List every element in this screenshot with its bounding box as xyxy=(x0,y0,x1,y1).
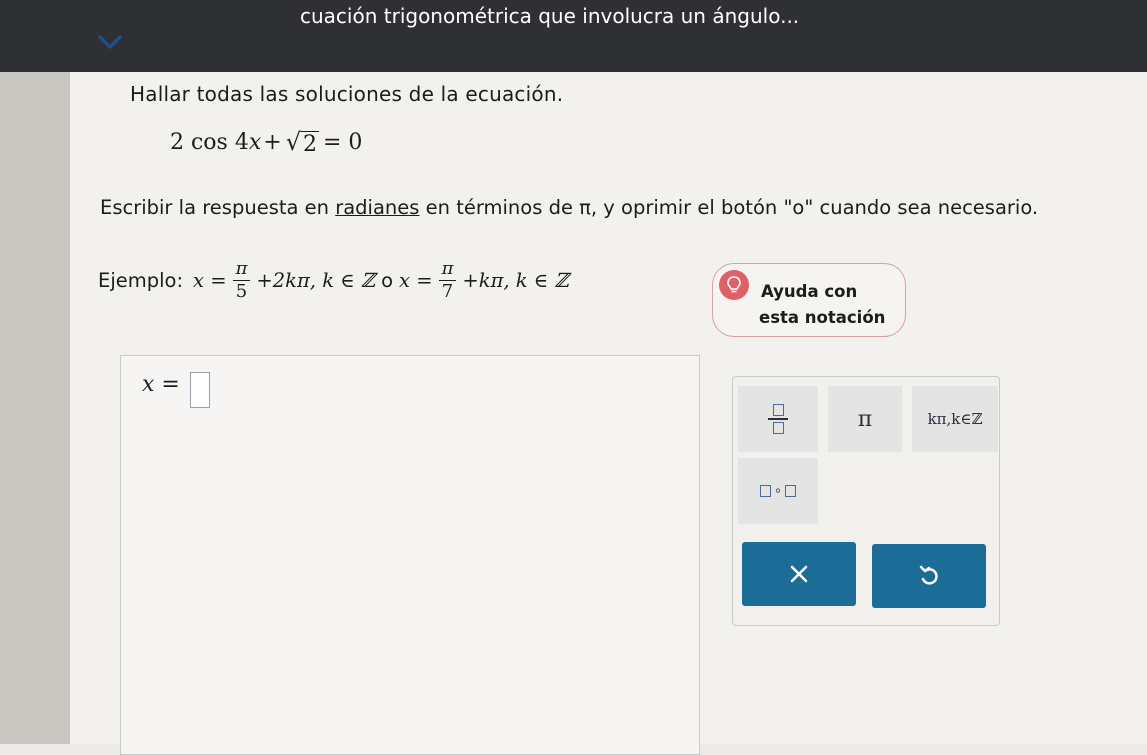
example-fraction-2: π 7 xyxy=(438,258,457,303)
clear-button[interactable] xyxy=(742,542,856,606)
example-line: Ejemplo: x = π 5 +2kπ, k ∈ ℤ o x = π 7 +… xyxy=(98,258,569,303)
equation-left: 2 cos 4 xyxy=(170,130,249,155)
lightbulb-icon xyxy=(719,270,749,300)
undo-icon xyxy=(919,565,938,585)
example-fraction-1: π 5 xyxy=(232,258,251,303)
problem-equation: 2 cos 4x + √ 2 = 0 xyxy=(170,128,362,157)
equation-plus: + xyxy=(263,130,282,155)
fraction-numerator: π xyxy=(232,258,251,281)
kpi-integer-button[interactable]: kπ,k∈ℤ xyxy=(912,386,998,452)
example-tail-2: +kπ, k ∈ ℤ xyxy=(462,269,569,292)
equation-var: x xyxy=(248,130,262,155)
answer-area xyxy=(120,355,700,755)
example-or: o xyxy=(381,269,394,292)
chevron-down-icon xyxy=(98,35,122,49)
example-label: Ejemplo: xyxy=(98,269,184,292)
header-bar: cuación trigonométrica que involucra un … xyxy=(0,0,1147,72)
notation-help-button[interactable]: Ayuda con esta notación xyxy=(712,263,906,337)
example-tail-1: +2kπ, k ∈ ℤ xyxy=(256,269,376,292)
example-x2: x = xyxy=(399,269,433,292)
fraction-icon xyxy=(768,404,788,434)
problem-instruction: Hallar todas las soluciones de la ecuaci… xyxy=(130,82,564,106)
collapse-button[interactable] xyxy=(92,28,128,56)
undo-button[interactable] xyxy=(872,544,986,608)
example-x1: x = xyxy=(193,269,227,292)
help-line-2: esta notación xyxy=(759,308,886,327)
fraction-button[interactable] xyxy=(738,386,818,452)
or-symbol: ∘ xyxy=(773,483,783,499)
answer-label: x = xyxy=(142,372,180,397)
pi-label: π xyxy=(857,406,873,432)
fraction-denominator: 7 xyxy=(441,281,454,302)
answer-input[interactable] xyxy=(190,372,210,408)
note-text-before: Escribir la respuesta en xyxy=(100,196,336,219)
kpi-label: kπ,k∈ℤ xyxy=(927,410,983,428)
pi-button[interactable]: π xyxy=(828,386,902,452)
fraction-denominator: 5 xyxy=(235,281,248,302)
help-line-1: Ayuda con xyxy=(761,282,858,301)
or-button[interactable]: ∘ xyxy=(738,458,818,524)
answer-instructions: Escribir la respuesta en radianes en tér… xyxy=(100,196,1038,219)
note-text-after: en términos de π, y oprimir el botón "o"… xyxy=(419,196,1039,219)
close-icon xyxy=(790,565,808,583)
radical-sign: √ xyxy=(285,128,301,156)
equation-right: = 0 xyxy=(323,130,363,155)
left-margin xyxy=(0,0,70,744)
box-placeholder-icon xyxy=(785,485,797,497)
sqrt: √ 2 xyxy=(286,128,319,157)
box-placeholder-icon xyxy=(759,485,771,497)
page-title: cuación trigonométrica que involucra un … xyxy=(300,4,800,28)
radicand: 2 xyxy=(301,131,319,157)
fraction-numerator: π xyxy=(438,258,457,281)
radianes-link[interactable]: radianes xyxy=(335,196,419,219)
